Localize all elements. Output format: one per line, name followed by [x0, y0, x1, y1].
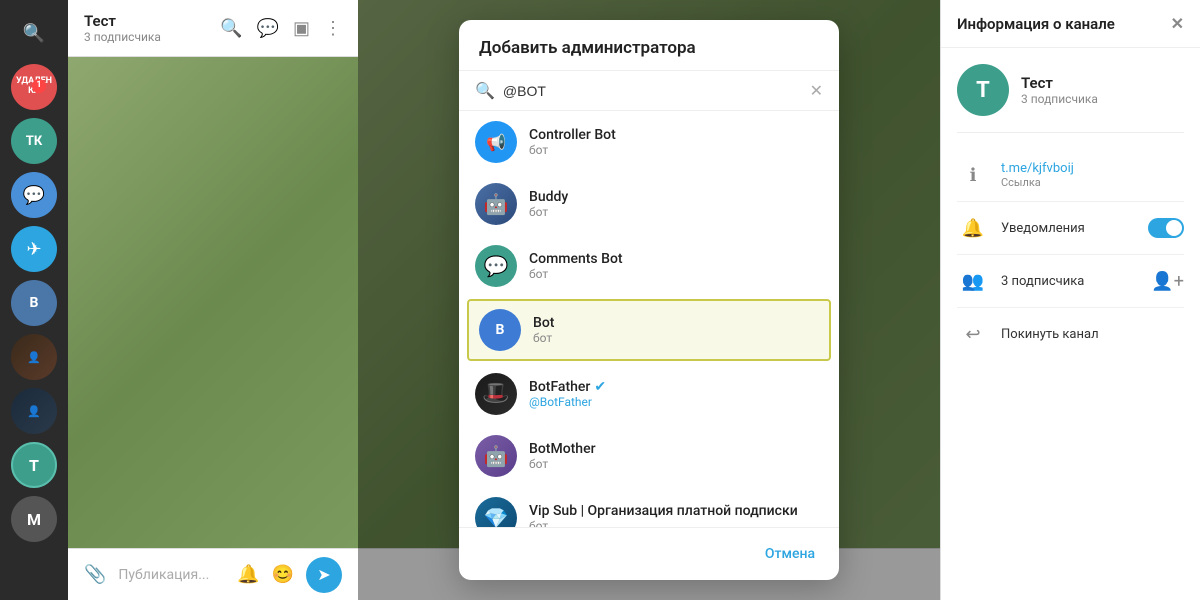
chat-header: Тест 3 подписчика 🔍 💬 ▣ ⋮: [68, 0, 358, 57]
modal-results-list: 📢 Controller Bot бот 🤖 Buddy бот: [459, 111, 839, 527]
modal-footer: Отмена: [459, 527, 839, 580]
info-channel-subs: 3 подписчика: [1021, 92, 1098, 106]
info-channel-row: Т Тест 3 подписчика: [957, 64, 1184, 133]
comments-icon[interactable]: 💬: [257, 18, 279, 39]
avatar-botfather: 🎩: [475, 373, 517, 415]
modal-search-bar: 🔍 ✕: [459, 71, 839, 111]
item-info-botmother: BotMother бот: [529, 441, 823, 471]
list-item-buddy[interactable]: 🤖 Buddy бот: [459, 173, 839, 235]
list-item-botfather[interactable]: 🎩 BotFather ✔ @BotFather: [459, 363, 839, 425]
item-info-vipsub: Vip Sub | Организация платной подписки б…: [529, 503, 823, 527]
info-icon: ℹ: [957, 159, 989, 191]
avatar-comments-bot: 💬: [475, 245, 517, 287]
list-item-controller-bot[interactable]: 📢 Controller Bot бот: [459, 111, 839, 173]
item-sub-bot: бот: [533, 331, 819, 345]
sidebar-item-tk[interactable]: ТК: [11, 118, 57, 164]
add-member-icon[interactable]: 👤+: [1151, 271, 1184, 292]
sidebar-item-telegram[interactable]: ✈: [11, 226, 57, 272]
verified-badge-botfather: ✔: [594, 379, 606, 395]
info-panel-content: Т Тест 3 подписчика ℹ t.me/kjfvboij Ссыл…: [941, 48, 1200, 376]
item-sub-buddy: бот: [529, 205, 823, 219]
item-info-buddy: Buddy бот: [529, 189, 823, 219]
list-item-comments-bot[interactable]: 💬 Comments Bot бот: [459, 235, 839, 297]
message-input-placeholder[interactable]: Публикация...: [118, 567, 225, 583]
layout-icon[interactable]: ▣: [293, 18, 310, 39]
item-name-bot: Bot: [533, 315, 819, 331]
item-name-controller-bot: Controller Bot: [529, 127, 823, 143]
item-name-comments-bot: Comments Bot: [529, 251, 823, 267]
item-name-botmother: BotMother: [529, 441, 823, 457]
item-info-botfather: BotFather ✔ @BotFather: [529, 379, 823, 409]
members-count: 3 подписчика: [1001, 274, 1139, 289]
sidebar-item-t[interactable]: Т: [11, 442, 57, 488]
close-icon[interactable]: ✕: [1171, 14, 1184, 33]
add-admin-modal: Добавить администратора 🔍 ✕ 📢 Controller…: [459, 20, 839, 580]
item-sub-vipsub: бот: [529, 519, 823, 527]
list-item-botmother[interactable]: 🤖 BotMother бот: [459, 425, 839, 487]
modal-search-icon: 🔍: [475, 81, 495, 100]
list-item-bot[interactable]: В Bot бот: [467, 299, 831, 361]
notifications-toggle[interactable]: [1148, 218, 1184, 238]
leave-icon: ↩: [957, 318, 989, 350]
modal-search-input[interactable]: [503, 83, 802, 99]
sidebar-item-udalenka[interactable]: УДАЛЕНКА1: [11, 64, 57, 110]
info-link-row: ℹ t.me/kjfvboij Ссылка: [957, 149, 1184, 202]
avatar-vipsub: 💎: [475, 497, 517, 527]
sidebar-item-vk[interactable]: В: [11, 280, 57, 326]
item-info-bot: Bot бот: [533, 315, 819, 345]
chat-and-modal-container: Добавить администратора 🔍 ✕ 📢 Controller…: [358, 0, 940, 600]
item-sub-controller-bot: бот: [529, 143, 823, 157]
item-name-vipsub: Vip Sub | Организация платной подписки: [529, 503, 823, 519]
item-username-botfather: @BotFather: [529, 395, 823, 409]
info-channel-details: Тест 3 подписчика: [1021, 74, 1098, 106]
modal-search-clear-icon[interactable]: ✕: [810, 81, 823, 100]
cancel-button[interactable]: Отмена: [757, 540, 823, 568]
sidebar-item-photo2[interactable]: 👤: [11, 388, 57, 434]
item-name-buddy: Buddy: [529, 189, 823, 205]
leave-label: Покинуть канал: [1001, 327, 1099, 342]
avatar-bot: В: [479, 309, 521, 351]
sidebar: 🔍 УДАЛЕНКА1 ТК 💬 ✈ В 👤 👤 Т М: [0, 0, 68, 600]
info-link-url[interactable]: t.me/kjfvboij: [1001, 161, 1074, 176]
bell-icon: 🔔: [957, 212, 989, 244]
avatar-buddy: 🤖: [475, 183, 517, 225]
bell-icon[interactable]: 🔔: [237, 564, 259, 585]
info-channel-name: Тест: [1021, 74, 1098, 92]
item-sub-comments-bot: бот: [529, 267, 823, 281]
attach-icon[interactable]: 📎: [84, 564, 106, 585]
chat-panel: Тест 3 подписчика 🔍 💬 ▣ ⋮ 📎 Публикация..…: [68, 0, 358, 600]
item-sub-botmother: бот: [529, 457, 823, 471]
item-name-botfather: BotFather ✔: [529, 379, 823, 395]
info-link-details: t.me/kjfvboij Ссылка: [1001, 161, 1074, 189]
more-icon[interactable]: ⋮: [324, 18, 342, 39]
notifications-label: Уведомления: [1001, 221, 1136, 236]
info-channel-avatar: Т: [957, 64, 1009, 116]
sidebar-search[interactable]: 🔍: [11, 10, 57, 56]
chat-background: [68, 57, 358, 548]
send-button[interactable]: ➤: [306, 557, 342, 593]
info-members-row[interactable]: 👥 3 подписчика 👤+: [957, 255, 1184, 308]
subscriber-count: 3 подписчика: [84, 30, 161, 44]
item-info-controller-bot: Controller Bot бот: [529, 127, 823, 157]
members-icon: 👥: [957, 265, 989, 297]
list-item-vipsub[interactable]: 💎 Vip Sub | Организация платной подписки…: [459, 487, 839, 527]
info-panel-header: Информация о канале ✕: [941, 0, 1200, 48]
info-notifications-row: 🔔 Уведомления: [957, 202, 1184, 255]
item-info-comments-bot: Comments Bot бот: [529, 251, 823, 281]
info-link-label: Ссылка: [1001, 176, 1074, 189]
info-panel: Информация о канале ✕ Т Тест 3 подписчик…: [940, 0, 1200, 600]
search-icon[interactable]: 🔍: [220, 18, 242, 39]
chat-input-bar: 📎 Публикация... 🔔 😊 ➤: [68, 548, 358, 600]
sidebar-item-chat[interactable]: 💬: [11, 172, 57, 218]
channel-name: Тест: [84, 12, 161, 30]
sidebar-item-photo1[interactable]: 👤: [11, 334, 57, 380]
avatar-controller-bot: 📢: [475, 121, 517, 163]
avatar-botmother: 🤖: [475, 435, 517, 477]
sidebar-item-m[interactable]: М: [11, 496, 57, 542]
modal-overlay: Добавить администратора 🔍 ✕ 📢 Controller…: [358, 0, 940, 600]
leave-channel-row[interactable]: ↩ Покинуть канал: [957, 308, 1184, 360]
info-panel-title: Информация о канале: [957, 15, 1115, 33]
modal-title: Добавить администратора: [459, 20, 839, 71]
emoji-icon[interactable]: 😊: [272, 564, 294, 585]
